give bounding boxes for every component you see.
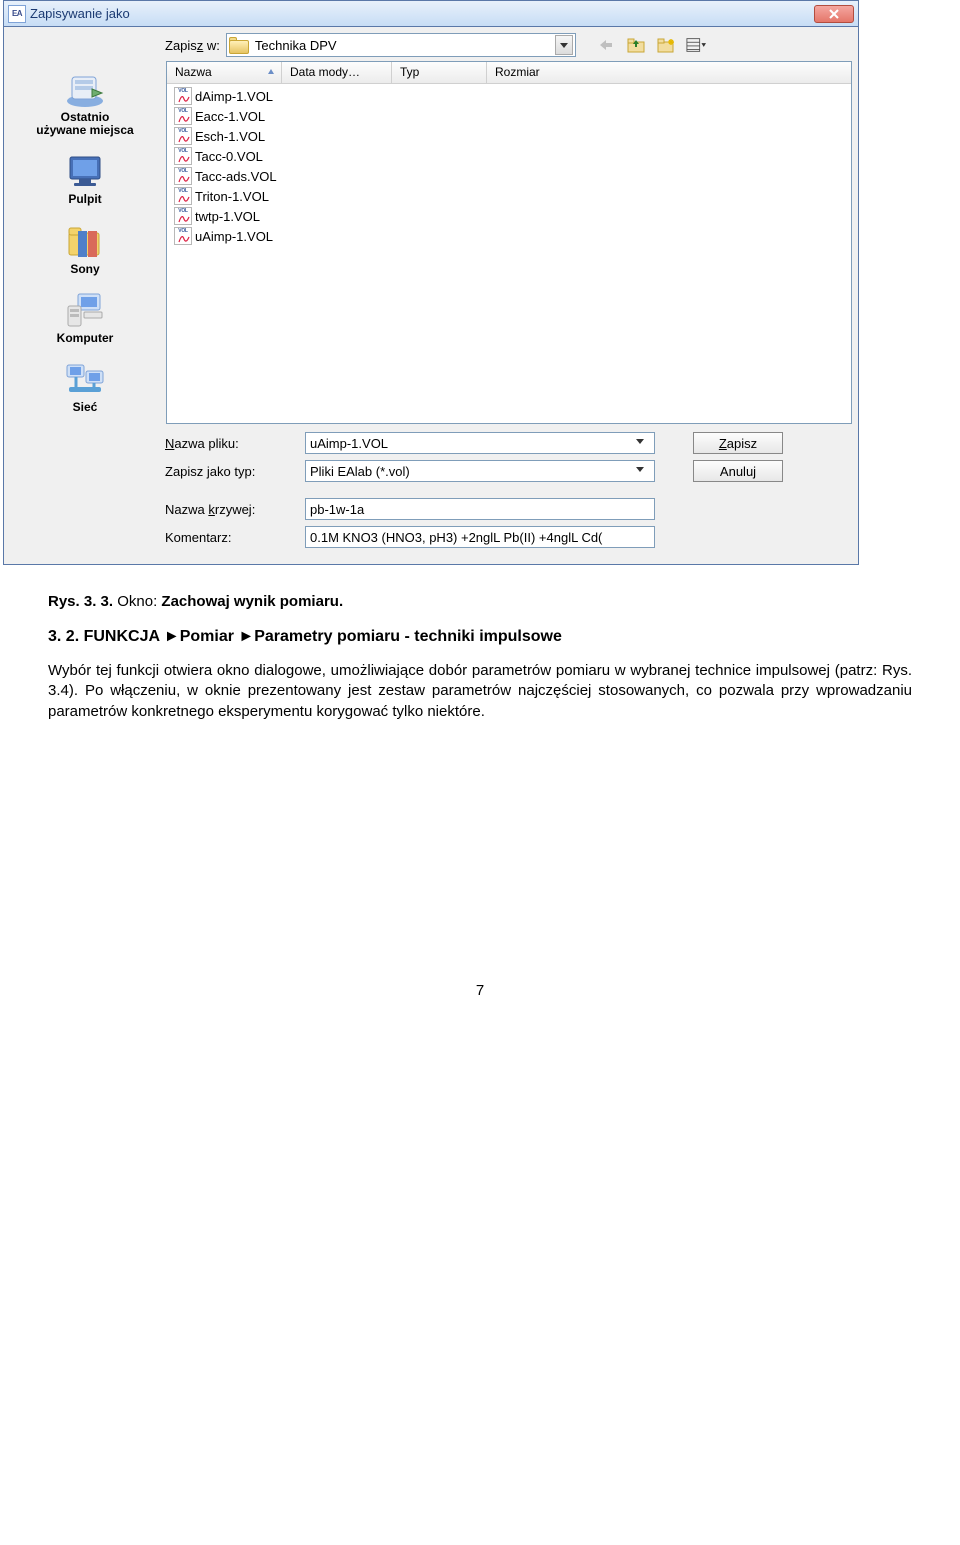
file-name: Triton-1.VOL	[195, 189, 269, 204]
place-label: Ostatnio używane miejsca	[12, 111, 158, 137]
vol-file-icon: VOL	[171, 127, 195, 145]
file-name: twtp-1.VOL	[195, 209, 260, 224]
file-name: uAimp-1.VOL	[195, 229, 273, 244]
file-item[interactable]: VOLTacc-ads.VOL	[167, 166, 851, 186]
place-label: Komputer	[12, 332, 158, 345]
column-typ[interactable]: Typ	[392, 62, 487, 83]
network-icon	[64, 359, 106, 399]
place-network[interactable]: Sieć	[12, 355, 158, 420]
vol-file-icon: VOL	[171, 207, 195, 225]
page-number: 7	[48, 982, 912, 999]
titlebar[interactable]: EA Zapisywanie jako	[4, 1, 858, 27]
vol-file-icon: VOL	[171, 147, 195, 165]
file-name: dAimp-1.VOL	[195, 89, 273, 104]
cancel-button[interactable]: Anuluj	[693, 460, 783, 482]
place-label: Sieć	[12, 401, 158, 414]
look-in-dropdown[interactable]: Technika DPV	[226, 33, 576, 57]
vol-file-icon: VOL	[171, 107, 195, 125]
vol-file-icon: VOL	[171, 187, 195, 205]
save-button[interactable]: Zapisz	[693, 432, 783, 454]
vol-file-icon: VOL	[171, 87, 195, 105]
look-in-value: Technika DPV	[255, 38, 555, 53]
new-folder-icon[interactable]	[656, 35, 676, 55]
file-item[interactable]: VOLTriton-1.VOL	[167, 186, 851, 206]
sort-asc-icon	[267, 68, 275, 76]
place-label: Pulpit	[12, 193, 158, 206]
filetype-dropdown[interactable]: Pliki EAlab (*.vol)	[305, 460, 655, 482]
sony-folder-icon	[64, 221, 106, 261]
place-recent[interactable]: Ostatnio używane miejsca	[12, 65, 158, 143]
comment-input[interactable]: 0.1M KNO3 (HNO3, pH3) +2nglL Pb(II) +4ng…	[305, 526, 655, 548]
folder-icon	[229, 36, 251, 54]
app-icon: EA	[8, 5, 26, 23]
desktop-icon	[64, 151, 106, 191]
section-heading: 3. 2. FUNKCJA ►Pomiar ►Parametry pomiaru…	[48, 628, 912, 646]
places-bar: Ostatnio używane miejsca Pulpit	[10, 61, 160, 424]
file-item[interactable]: VOLdAimp-1.VOL	[167, 86, 851, 106]
place-desktop[interactable]: Pulpit	[12, 147, 158, 212]
filetype-label: Zapisz jako typ:	[165, 464, 295, 479]
curve-name-input[interactable]: pb-1w-1a	[305, 498, 655, 520]
document-body: Rys. 3. 3. Okno: Zachowaj wynik pomiaru.…	[48, 593, 912, 999]
place-computer[interactable]: Komputer	[12, 286, 158, 351]
close-button[interactable]	[814, 5, 854, 23]
file-list-panel: Nazwa Data mody… Typ Rozmiar VOLdAimp-1.…	[166, 61, 852, 424]
file-item[interactable]: VOLEsch-1.VOL	[167, 126, 851, 146]
column-rozmiar[interactable]: Rozmiar	[487, 62, 851, 83]
place-sony[interactable]: Sony	[12, 217, 158, 282]
file-name: Tacc-ads.VOL	[195, 169, 277, 184]
file-item[interactable]: VOLTacc-0.VOL	[167, 146, 851, 166]
comment-label: Komentarz:	[165, 530, 295, 545]
curve-name-label: Nazwa krzywej:	[165, 502, 295, 517]
view-menu-icon[interactable]	[686, 35, 706, 55]
back-arrow-icon[interactable]	[596, 35, 616, 55]
file-item[interactable]: VOLEacc-1.VOL	[167, 106, 851, 126]
dropdown-button[interactable]	[636, 433, 654, 453]
computer-icon	[64, 290, 106, 330]
filename-input[interactable]: uAimp-1.VOL	[305, 432, 655, 454]
figure-caption: Rys. 3. 3. Okno: Zachowaj wynik pomiaru.	[48, 593, 912, 610]
column-data-modyfikacji[interactable]: Data mody…	[282, 62, 392, 83]
filename-label: Nazwa pliku:	[165, 436, 295, 451]
dropdown-button[interactable]	[555, 35, 573, 55]
vol-file-icon: VOL	[171, 227, 195, 245]
file-name: Esch-1.VOL	[195, 129, 265, 144]
column-headers: Nazwa Data mody… Typ Rozmiar	[167, 62, 851, 84]
close-icon	[829, 9, 839, 19]
file-name: Eacc-1.VOL	[195, 109, 265, 124]
dropdown-button[interactable]	[636, 461, 654, 481]
file-item[interactable]: VOLuAimp-1.VOL	[167, 226, 851, 246]
save-as-dialog: EA Zapisywanie jako Zapisz w: Technika D…	[3, 0, 859, 565]
column-nazwa[interactable]: Nazwa	[167, 62, 282, 83]
up-folder-icon[interactable]	[626, 35, 646, 55]
recent-places-icon	[64, 69, 106, 109]
file-item[interactable]: VOLtwtp-1.VOL	[167, 206, 851, 226]
place-label: Sony	[12, 263, 158, 276]
look-in-label: Zapisz w:	[165, 38, 220, 53]
file-name: Tacc-0.VOL	[195, 149, 263, 164]
vol-file-icon: VOL	[171, 167, 195, 185]
dialog-title: Zapisywanie jako	[30, 6, 130, 21]
paragraph: Wybór tej funkcji otwiera okno dialogowe…	[48, 661, 912, 722]
